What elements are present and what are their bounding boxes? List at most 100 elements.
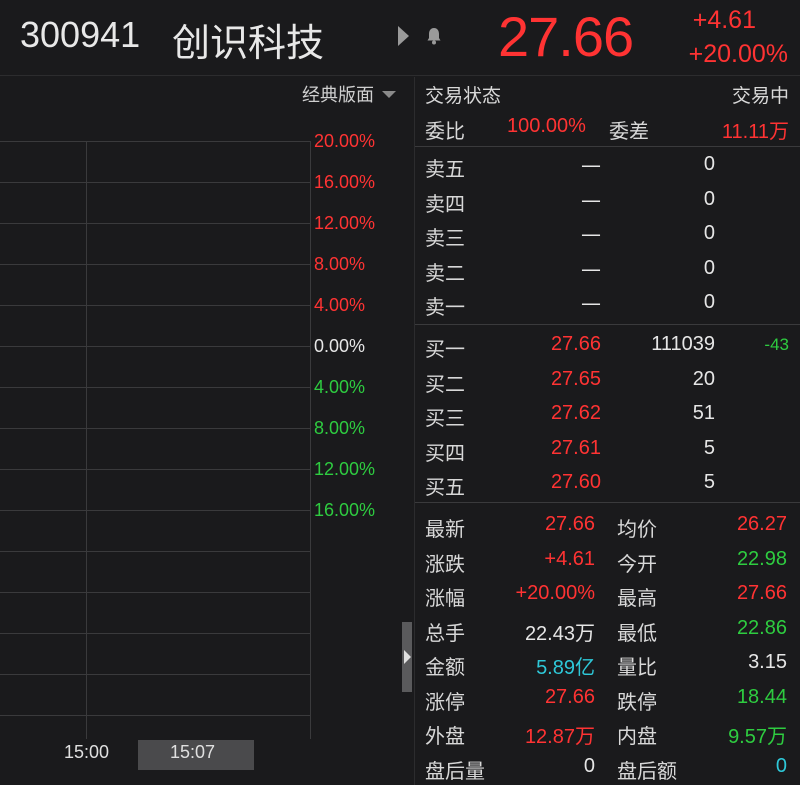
stat-value: 0	[775, 754, 787, 777]
level-price: —	[581, 187, 601, 212]
bid-level-row[interactable]: 买二 27.65 20	[415, 364, 800, 398]
percent-tick-label: 4.00%	[314, 377, 366, 397]
percent-tick-label: 8.00%	[314, 254, 366, 274]
stats-row: 金额 5.89亿 量比 3.15	[415, 647, 800, 681]
trade-status-label: 交易状态	[425, 85, 502, 107]
play-icon[interactable]	[398, 26, 409, 46]
stock-header: 300941 创识科技 27.66 +4.61 +20.00%	[0, 0, 800, 76]
order-diff-label: 委差	[609, 119, 649, 143]
bid-level-row[interactable]: 买三 27.62 51	[415, 398, 800, 432]
ask-level-row[interactable]: 卖五 — 0	[415, 149, 800, 183]
stat-label: 最低	[617, 620, 657, 645]
stat-label: 最高	[617, 586, 657, 610]
level-volume: 0	[703, 153, 715, 175]
chart-grid	[0, 141, 311, 739]
level-volume: 0	[703, 291, 715, 313]
level-volume: 111039	[651, 333, 715, 355]
level-price: 27.66	[550, 333, 601, 355]
bid-level-row[interactable]: 买五 27.60 5	[415, 467, 800, 501]
stat-value: 3.15	[748, 651, 787, 673]
stat-label: 金额	[425, 655, 465, 679]
ask-level-row[interactable]: 卖一 — 0	[415, 287, 800, 321]
stat-value: +20.00%	[515, 582, 595, 604]
bid-level-row[interactable]: 买四 27.61 5	[415, 433, 800, 467]
stat-label: 均价	[617, 517, 657, 541]
level-price: 27.60	[550, 471, 601, 493]
level-price: 27.61	[550, 436, 601, 459]
stat-value: 22.86	[736, 616, 787, 639]
order-diff-value: 11.11万	[721, 121, 789, 143]
price-change-percent: +20.00%	[688, 40, 788, 68]
chevron-down-icon	[382, 90, 396, 98]
stock-code: 300941	[20, 14, 141, 55]
percent-tick-label: 12.00%	[314, 459, 376, 479]
bell-icon[interactable]	[426, 27, 442, 45]
stat-label: 总手	[425, 620, 465, 645]
level-volume: 5	[703, 436, 715, 459]
stats-row: 盘后量 0 盘后额 0	[415, 751, 800, 785]
stat-label: 盘后额	[617, 758, 677, 783]
level-volume: 5	[703, 471, 715, 493]
time-axis: 15:00 15:07	[0, 740, 400, 770]
percent-tick-label: 4.00%	[314, 295, 366, 315]
stat-value: 22.98	[736, 547, 787, 570]
divider	[415, 324, 800, 325]
stat-label: 内盘	[617, 724, 657, 748]
order-ratio-label: 委比	[425, 119, 465, 143]
stat-label: 涨跌	[425, 551, 465, 576]
divider	[415, 146, 800, 147]
stats-row: 总手 22.43万 最低 22.86	[415, 613, 800, 647]
stat-label: 最新	[425, 517, 465, 541]
level-label: 卖三	[425, 226, 465, 250]
stat-label: 今开	[617, 551, 657, 576]
intraday-chart[interactable]: 经典版面 20.00% 16.00% 12.00% 8.00% 4.00% 0.00% 4.…	[0, 77, 400, 785]
level-label: 买五	[425, 475, 465, 499]
percent-tick-label: 20.00%	[314, 131, 376, 151]
stats-row: 最新 27.66 均价 26.27	[415, 509, 800, 543]
level-volume-delta: -43	[764, 335, 789, 354]
stat-label: 盘后量	[425, 758, 485, 783]
stats-row: 外盘 12.87万 内盘 9.57万	[415, 716, 800, 750]
stat-label: 外盘	[425, 724, 465, 748]
stat-value: 18.44	[736, 685, 787, 708]
level-label: 买二	[425, 371, 465, 396]
stat-label: 跌停	[617, 689, 657, 714]
stat-value: +4.61	[544, 547, 595, 570]
ask-level-row[interactable]: 卖二 — 0	[415, 253, 800, 287]
stat-value: 27.66	[544, 685, 595, 708]
stat-label: 涨停	[425, 689, 465, 714]
level-volume: 0	[703, 187, 715, 210]
stat-value: 27.66	[544, 513, 595, 535]
time-label-cursor: 15:07	[170, 742, 216, 762]
level-price: —	[581, 256, 601, 281]
stat-value: 5.89亿	[536, 657, 595, 679]
level-volume: 51	[692, 402, 715, 424]
stat-value: 9.57万	[728, 726, 787, 748]
price-change: +4.61	[692, 6, 756, 34]
ask-level-row[interactable]: 卖四 — 0	[415, 184, 800, 218]
stat-label: 涨幅	[425, 586, 465, 610]
level-price: 27.65	[550, 367, 601, 390]
divider	[415, 502, 800, 503]
stat-value: 26.27	[736, 513, 787, 535]
panel-toggle-handle[interactable]	[402, 622, 412, 692]
level-label: 卖一	[425, 295, 465, 319]
layout-select[interactable]: 经典版面	[302, 81, 396, 107]
order-ratio-row: 委比 100.00% 委差 11.11万	[415, 111, 800, 145]
level-volume: 20	[692, 367, 715, 390]
percent-tick-label: 8.00%	[314, 418, 366, 438]
stats-row: 涨幅 +20.00% 最高 27.66	[415, 578, 800, 612]
level-price: —	[581, 291, 601, 315]
stats-row: 涨停 27.66 跌停 18.44	[415, 682, 800, 716]
level-price: 27.62	[550, 402, 601, 424]
ask-level-row[interactable]: 卖三 — 0	[415, 218, 800, 252]
level-label: 卖五	[425, 157, 465, 181]
level-label: 卖四	[425, 191, 465, 216]
stat-value: 0	[583, 754, 595, 777]
bid-level-row[interactable]: 买一 27.66 111039 -43	[415, 329, 800, 363]
stat-value: 22.43万	[524, 622, 595, 645]
layout-select-label: 经典版面	[302, 85, 374, 106]
stat-label: 量比	[617, 655, 657, 679]
level-label: 卖二	[425, 260, 465, 285]
level-price: —	[581, 222, 601, 246]
